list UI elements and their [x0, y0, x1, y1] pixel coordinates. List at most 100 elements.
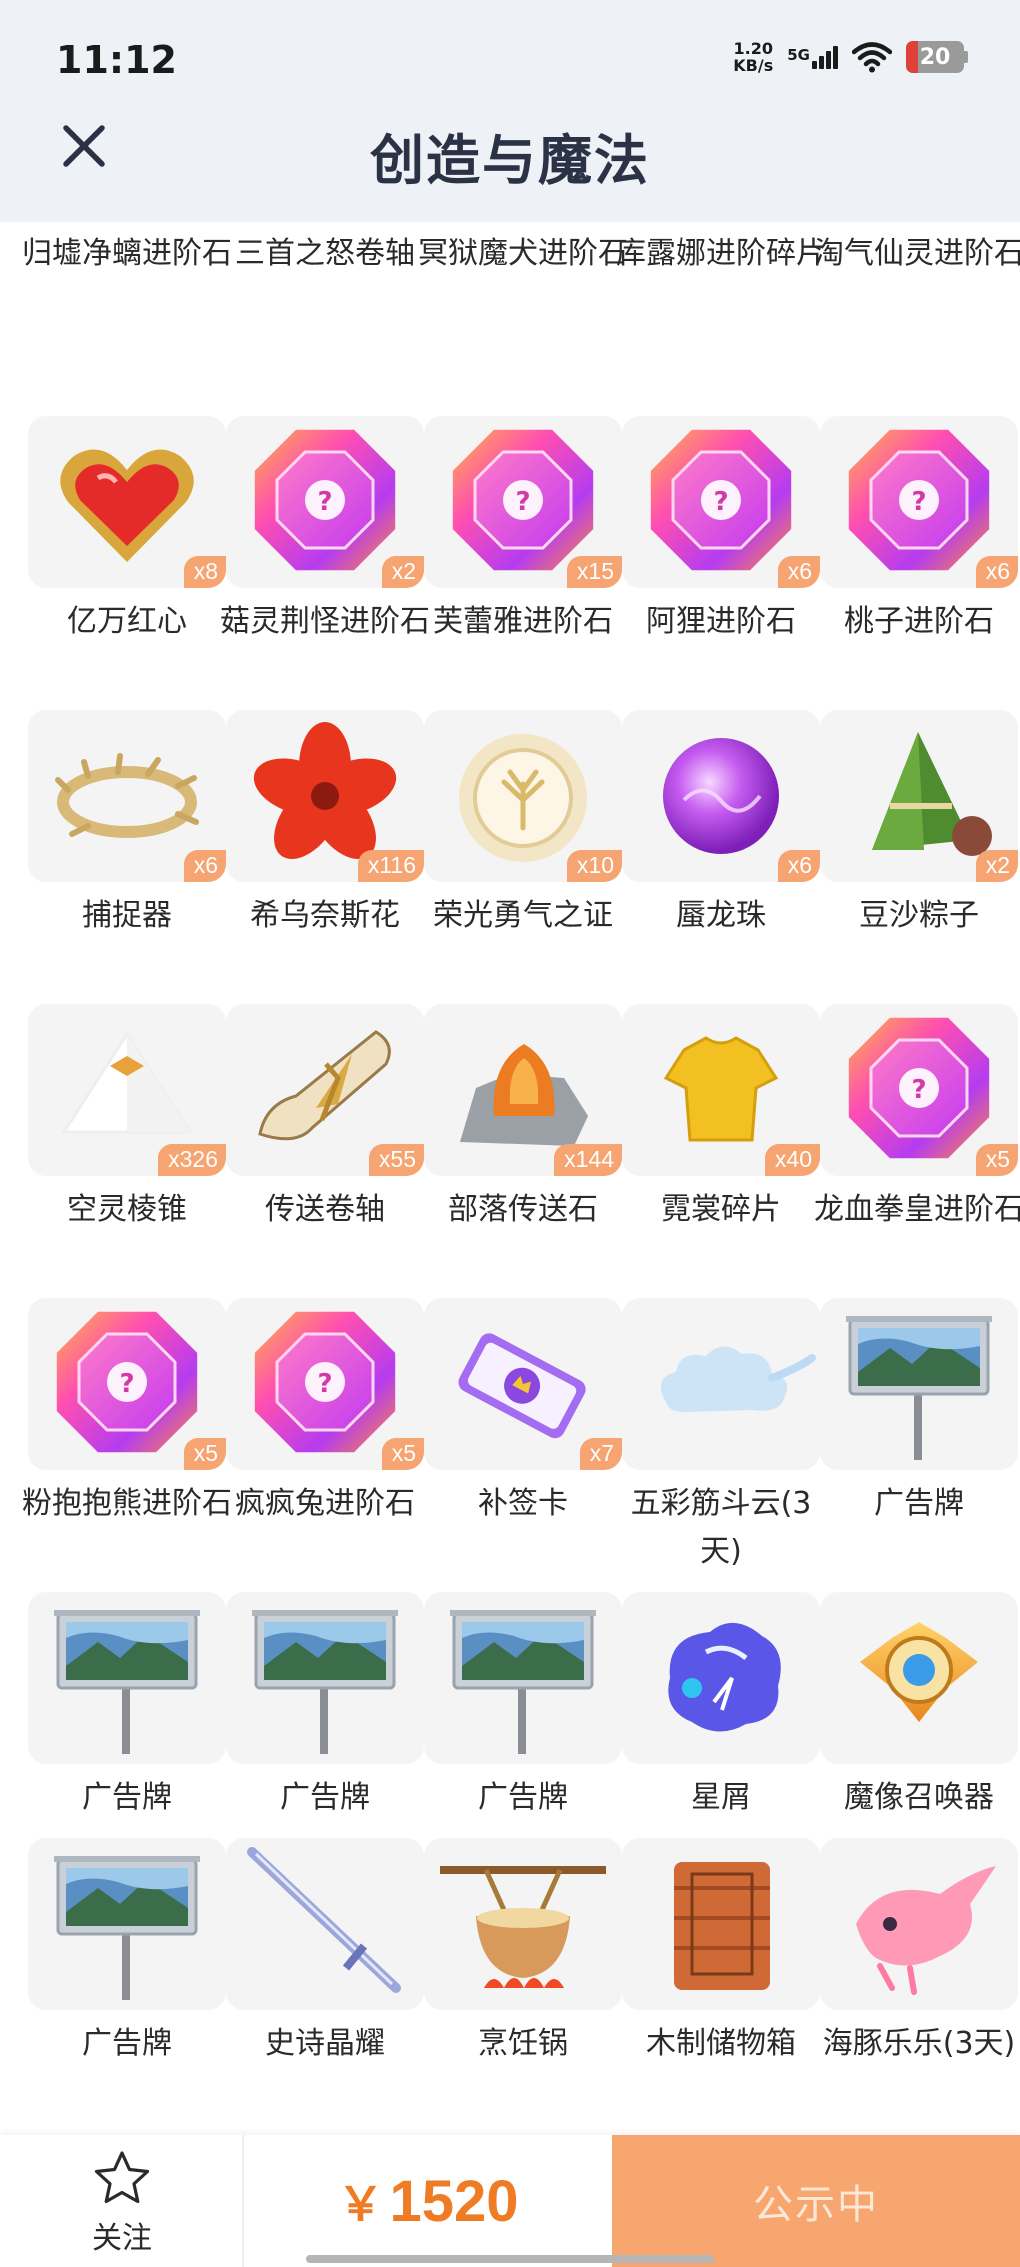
item-name: 木制储物箱 [646, 2026, 796, 2061]
item-name: 库露娜进阶碎片 [616, 236, 826, 271]
follow-label: 关注 [92, 2221, 152, 2256]
item-name: 广告牌 [874, 1486, 964, 1521]
item-name: 阿狸进阶石 [646, 604, 796, 639]
item-image [440, 1866, 606, 1988]
item-thumbnail [820, 1298, 1018, 1470]
quantity-badge: x5 [183, 1438, 226, 1470]
item-image [668, 1622, 781, 1732]
item-image [860, 1622, 978, 1722]
follow-button[interactable]: 关注 [0, 2135, 244, 2267]
item-image [846, 1316, 992, 1460]
network-speed: 1.20 KB/s [733, 40, 773, 74]
item-name: 蜃龙珠 [676, 898, 766, 933]
gem-glyph: ? [119, 1369, 134, 1399]
quantity-badge: x326 [158, 1144, 226, 1176]
item-image [674, 1862, 770, 1990]
item-thumbnail: x6 [28, 710, 226, 882]
quantity-badge: x8 [183, 556, 226, 588]
item-name: 魔像召唤器 [844, 1780, 994, 1815]
item-name: 归墟净螭进阶石 [22, 236, 232, 271]
item-thumbnail: x40 [622, 1004, 820, 1176]
item-name: 粉抱抱熊进阶石 [22, 1486, 232, 1521]
price-value: 1520 [389, 2168, 519, 2234]
item-name: 芙蕾雅进阶石 [433, 604, 613, 639]
item-thumbnail: x6 [622, 710, 820, 882]
price: ￥ 1520 [244, 2135, 612, 2267]
bottom-bar: 关注 ￥ 1520 公示中 [0, 2135, 1020, 2267]
item-name: 菇灵荆怪进阶石 [220, 604, 430, 639]
item-name: 荣光勇气之证 [433, 898, 613, 933]
quantity-badge: x2 [975, 850, 1018, 882]
quantity-badge: x15 [566, 556, 622, 588]
quantity-badge: x6 [777, 850, 820, 882]
quantity-badge: x6 [183, 850, 226, 882]
item-name: 海豚乐乐(3天) [822, 2026, 1016, 2061]
page-title: 创造与魔法 [370, 129, 650, 192]
item-thumbnail: ? x5 [226, 1298, 424, 1470]
item-thumbnail: x326 [28, 1004, 226, 1176]
item-name: 星屑 [691, 1780, 751, 1815]
item-name: 广告牌 [478, 1780, 568, 1815]
item-thumbnail [424, 1592, 622, 1764]
item-image [247, 1847, 401, 1993]
item-name: 亿万红心 [67, 604, 187, 639]
item-thumbnail [622, 1592, 820, 1764]
currency-symbol: ￥ [337, 2178, 384, 2230]
item-thumbnail: x2 [820, 710, 1018, 882]
quantity-badge: x2 [381, 556, 424, 588]
item-name: 广告牌 [82, 2026, 172, 2061]
item-thumbnail [28, 1838, 226, 2010]
top-bar: 11:12 1.20 KB/s 5G 20 创造与魔法 [0, 0, 1020, 222]
item-thumbnail: ? x6 [622, 416, 820, 588]
signal-icon: 5G [787, 45, 838, 69]
quantity-badge: x6 [975, 556, 1018, 588]
quantity-badge: x116 [357, 850, 424, 882]
public-notice-button[interactable]: 公示中 [612, 2135, 1020, 2267]
item-name: 豆沙粽子 [859, 898, 979, 933]
item-name: 史诗晶耀 [265, 2026, 385, 2061]
item-thumbnail: x55 [226, 1004, 424, 1176]
quantity-badge: x5 [381, 1438, 424, 1470]
item-thumbnail: ? x2 [226, 416, 424, 588]
item-name: 龙血拳皇进阶石 [814, 1192, 1020, 1227]
gem-glyph: ? [317, 487, 332, 517]
battery-icon: 20 [906, 41, 968, 73]
item-name: 三首之怒卷轴 [235, 236, 415, 271]
gem-glyph: ? [713, 487, 728, 517]
item-name: 淘气仙灵进阶石 [814, 236, 1020, 271]
item-image [856, 1866, 996, 1995]
network-speed-unit: KB/s [733, 56, 774, 75]
item-name: 希乌奈斯花 [250, 898, 400, 933]
item-name: 广告牌 [82, 1780, 172, 1815]
item-thumbnail [820, 1838, 1018, 2010]
item-name: 霓裳碎片 [661, 1192, 781, 1227]
item-name: 传送卷轴 [265, 1192, 385, 1227]
item-thumbnail: ? x5 [820, 1004, 1018, 1176]
item-thumbnail [424, 1838, 622, 2010]
item-thumbnail [226, 1592, 424, 1764]
item-thumbnail: x116 [226, 710, 424, 882]
quantity-badge: x144 [554, 1144, 622, 1176]
item-thumbnail: ? x6 [820, 416, 1018, 588]
network-type: 5G [787, 45, 810, 64]
status-time: 11:12 [56, 38, 177, 82]
quantity-badge: x7 [579, 1438, 622, 1470]
item-thumbnail: ? x5 [28, 1298, 226, 1470]
item-thumbnail [226, 1838, 424, 2010]
item-thumbnail [28, 1592, 226, 1764]
item-thumbnail: x7 [424, 1298, 622, 1470]
gem-glyph: ? [515, 487, 530, 517]
item-image [252, 1610, 398, 1754]
item-thumbnail: x8 [28, 416, 226, 588]
item-name: 补签卡 [478, 1486, 568, 1521]
item-name: 广告牌 [280, 1780, 370, 1815]
item-thumbnail: ? x15 [424, 416, 622, 588]
item-thumbnail [820, 1592, 1018, 1764]
star-icon [94, 2151, 150, 2204]
wifi-icon [852, 42, 892, 73]
item-name: 五彩筋斗云(3天) [630, 1486, 812, 1569]
home-indicator[interactable] [306, 2255, 714, 2263]
gem-glyph: ? [911, 1075, 926, 1105]
quantity-badge: x55 [368, 1144, 424, 1176]
item-image [54, 1610, 200, 1754]
